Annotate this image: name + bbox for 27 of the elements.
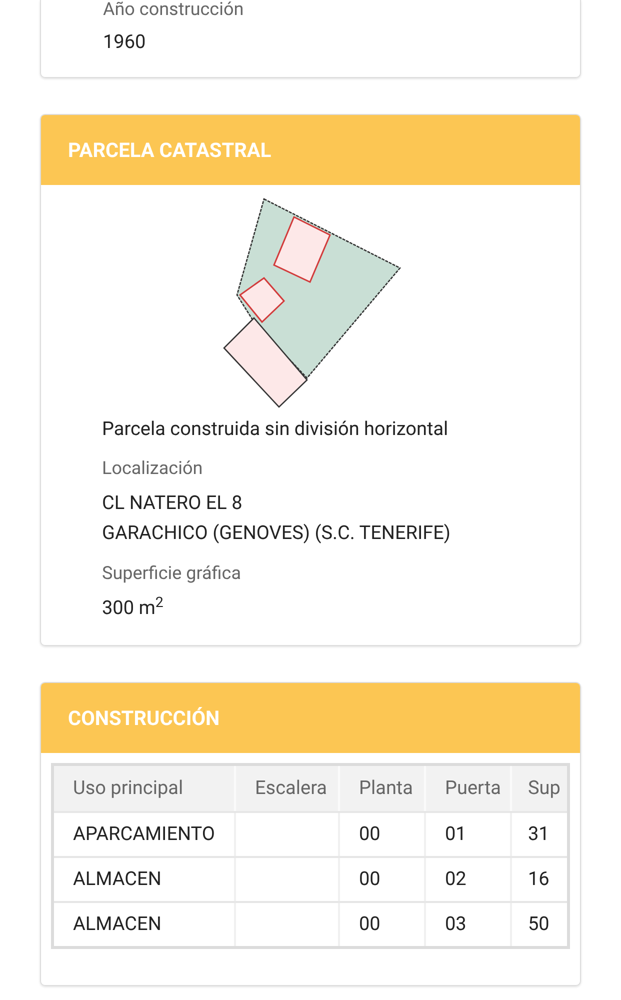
table-cell: 01 [426,813,512,856]
field-value: CL NATERO EL 8 [102,490,244,516]
card-title: PARCELA CATASTRAL [68,136,272,164]
field-value: GARACHICO (GENOVES) (S.C. TENERIFE) [102,520,452,546]
column-header: Escalera [236,766,340,811]
table-cell: 00 [340,858,426,901]
table-cell: 31 [512,813,567,856]
table-cell: 03 [426,903,512,946]
table-cell: 16 [512,858,567,901]
field-value: 300 m$^{2}$ [102,594,164,621]
column-header: Sup [512,766,567,811]
table-cell: 00 [340,903,426,946]
column-header: Planta [340,766,426,811]
table-cell: 02 [426,858,512,901]
column-header: Puerta [426,766,512,811]
field-value: 1960 [103,29,147,55]
table-cell: 00 [340,813,426,856]
field-label: Localización [102,457,204,481]
table-cell: 50 [512,903,567,946]
column-header: Uso principal [54,766,236,811]
field-label: Año construcción [103,0,245,20]
parcel-description: Parcela construida sin división horizontal [102,416,450,442]
card-title: CONSTRUCCIÓN [68,705,220,732]
table-cell: APARCAMIENTO [54,813,236,856]
table-cell: ALMACEN [54,858,236,901]
field-label: Superficie gráfica [102,562,242,586]
table-cell: ALMACEN [54,903,236,946]
